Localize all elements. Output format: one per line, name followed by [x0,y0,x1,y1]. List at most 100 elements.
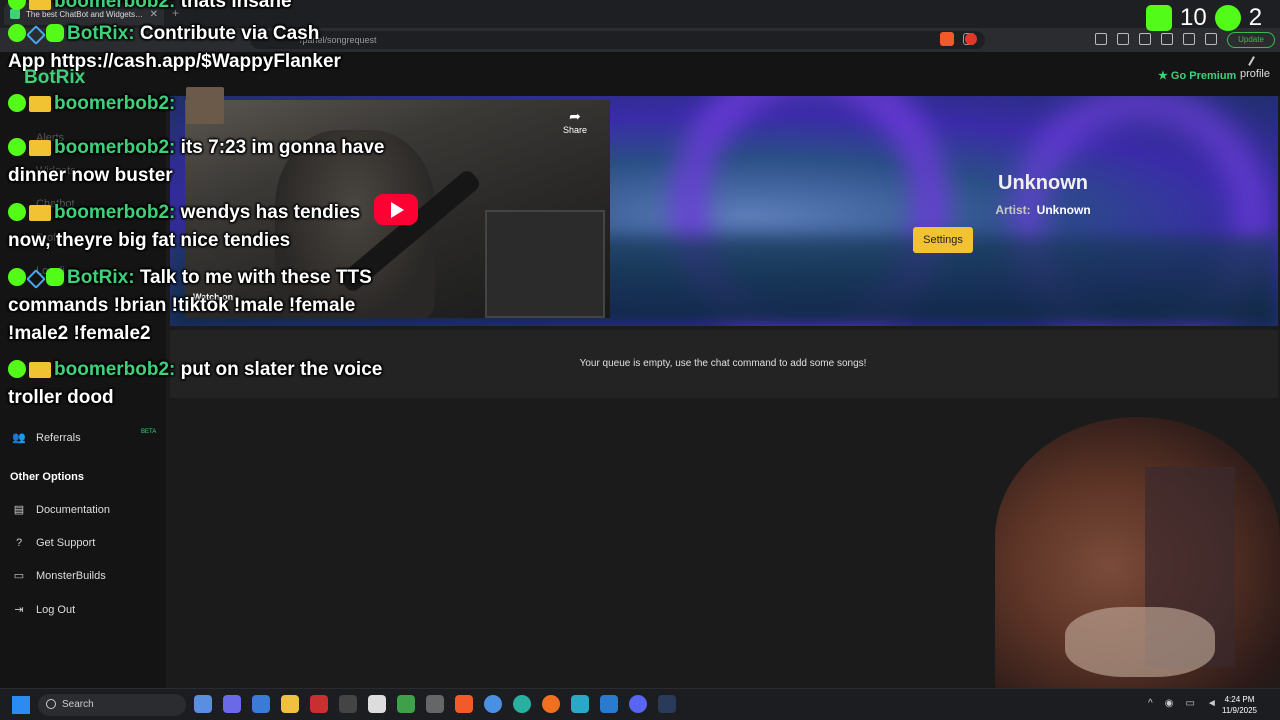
microphone-icon[interactable]: ◉ [1165,698,1174,709]
kick-badge-icon [8,0,26,10]
sidebar-item-documentation[interactable]: ▤ Documentation [12,502,110,518]
chat-message: boomerbob2: wendys has tendies [8,199,360,227]
chat-text: Contribute via Cash [139,23,320,44]
file-explorer-icon[interactable] [281,695,299,713]
sidebar-item-label: Log Out [36,604,76,616]
chat-text-continued: troller dood [8,387,114,408]
taskbar-clock[interactable]: 4:24 PM 11/9/2025 [1222,694,1257,716]
botrix-logo: BotRix [24,67,86,88]
sidebar-item-label: MonsterBuilds [36,570,106,582]
chat-username: boomerbob2: [54,0,176,12]
vpn-icon[interactable] [1205,33,1217,45]
tray-overflow-icon[interactable]: ^ [1148,698,1153,709]
chat-message: BotRix: Talk to me with these TTS [8,264,372,292]
chat-text: put on slater the voice [180,359,383,380]
chat-username: BotRix: [67,23,135,44]
app-icon[interactable] [426,695,444,713]
search-placeholder: Search [62,699,94,710]
settings-button[interactable]: Settings [913,227,973,253]
firefox-icon[interactable] [542,695,560,713]
chat-overlay: boomerbob2: thats insane BotRix: Contrib… [0,0,400,420]
verified-badge-icon [46,24,64,42]
kick-logo-icon [1146,5,1172,31]
app-icon[interactable] [223,695,241,713]
go-premium-label: Go Premium [1170,70,1237,82]
chat-text-continued: commands !brian !tiktok !male !female [8,295,356,316]
windows-taskbar: Search ^ ◉ ▭ ◄ 4:24 PM 11/9/2025 [0,688,1280,720]
start-button-icon[interactable] [12,696,30,714]
song-title: Unknown [998,172,1088,194]
chat-username: boomerbob2: [54,202,176,223]
chat-message: boomerbob2: thats insane [8,0,292,16]
extension-icon[interactable] [1117,33,1129,45]
sidebar-item-monsterbuilds[interactable]: ▭ MonsterBuilds [12,568,106,584]
verified-badge-icon [46,268,64,286]
steam-icon[interactable] [658,695,676,713]
chat-text-continued: !male2 !female2 [8,323,151,344]
chat-username: boomerbob2: [54,359,176,380]
wallet-icon[interactable] [1161,33,1173,45]
kick-badge-icon [8,24,26,42]
chat-text: thats insane [180,0,292,12]
share-button[interactable]: ➦ Share [563,108,587,135]
taskbar-apps [194,695,676,713]
sidebar-item-logout[interactable]: ⇥ Log Out [12,602,75,618]
chrome-icon[interactable] [484,695,502,713]
taskbar-search[interactable]: Search [38,694,186,716]
beta-badge: BETA [141,429,157,435]
vscode-icon[interactable] [600,695,618,713]
crown-badge-icon [29,362,51,378]
app-icon[interactable] [368,695,386,713]
extension-icon[interactable] [1095,33,1107,45]
volume-icon[interactable]: ◄ [1207,698,1217,709]
go-premium-link[interactable]: ★ Go Premium [1158,69,1236,82]
video-frame-amp [485,210,605,318]
update-button[interactable]: Update [1227,32,1275,48]
app-icon[interactable] [194,695,212,713]
search-icon [46,699,56,709]
chat-text: Talk to me with these TTS [139,267,372,288]
crown-badge-icon [29,0,51,10]
kick-badge-icon [8,360,26,378]
sidebar-item-referrals[interactable]: 👥 Referrals [12,430,80,446]
network-icon[interactable]: ▭ [1185,698,1194,709]
webcam-overlay [995,417,1280,688]
app-icon[interactable] [339,695,357,713]
share-icon: ➦ [569,108,581,124]
viewers-icon [1214,5,1241,31]
sidebar-item-get-support[interactable]: ? Get Support [12,535,95,551]
app-icon[interactable] [252,695,270,713]
chat-message: BotRix: Contribute via Cash [8,20,319,48]
logout-icon: ⇥ [14,604,24,616]
profile-link[interactable]: profile [1238,56,1272,80]
question-icon: ? [15,537,23,549]
chat-text-continued: dinner now buster [8,165,173,186]
app-icon[interactable] [310,695,328,713]
crown-badge-icon [29,140,51,156]
clock-date: 11/9/2025 [1222,706,1257,715]
system-tray: ^ ◉ ▭ ◄ [1148,698,1217,709]
sidebar-toggle-icon[interactable] [1139,33,1151,45]
brave-icon[interactable] [455,695,473,713]
brave-rewards-icon[interactable] [965,33,977,45]
sword-badge-icon [26,25,46,45]
follower-count: 10 [1180,4,1207,31]
sword-badge-icon [26,269,46,289]
brave-shield-icon[interactable] [940,32,954,46]
chat-text: its 7:23 im gonna have [180,137,385,158]
laptop-icon: ▭ [13,570,25,582]
chat-message: boomerbob2: its 7:23 im gonna have [8,134,384,162]
app-icon[interactable] [397,695,415,713]
chat-text: wendys has tendies [180,202,361,223]
chat-username: boomerbob2: [54,137,176,158]
app-icon[interactable] [571,695,589,713]
leo-icon[interactable] [1183,33,1195,45]
kick-badge-icon [8,94,26,112]
edge-icon[interactable] [513,695,531,713]
profile-label: profile [1240,68,1270,80]
chat-message: boomerbob2: put on slater the voice [8,356,382,384]
song-artist: Artist: Unknown [890,203,1196,217]
discord-icon[interactable] [629,695,647,713]
artist-value: Unknown [1036,203,1091,217]
kick-stats: 10 2 [1146,4,1262,32]
